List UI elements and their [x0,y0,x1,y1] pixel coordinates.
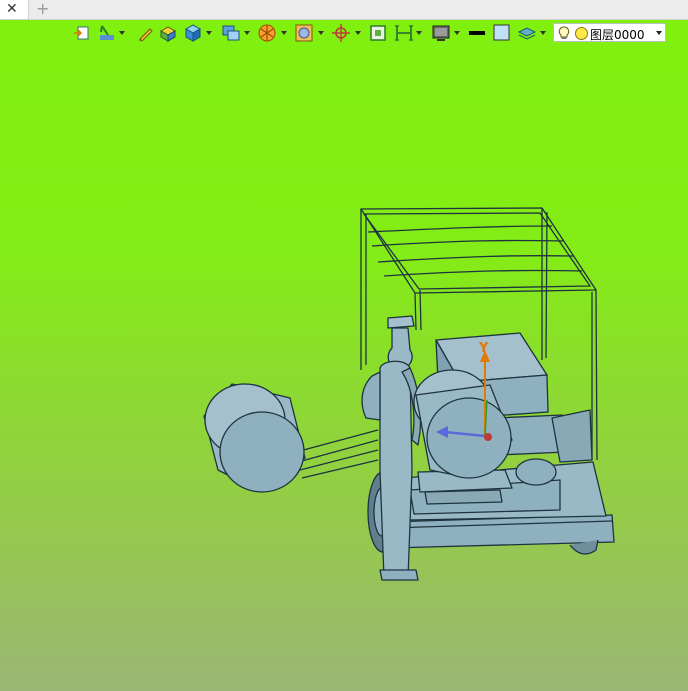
3d-model[interactable]: Y [0,0,688,691]
y-axis-label: Y [478,341,489,356]
left-barrel [203,383,379,493]
